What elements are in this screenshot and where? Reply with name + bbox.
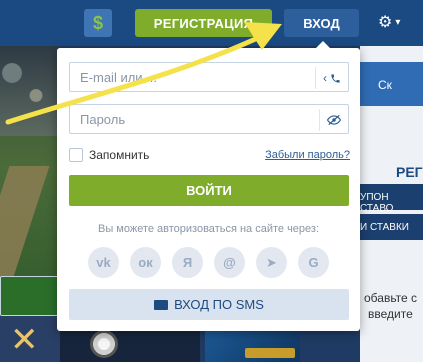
- password-field[interactable]: [69, 104, 349, 134]
- sms-login-button[interactable]: ВХОД ПО SMS: [69, 289, 349, 320]
- gear-icon: ⚙: [378, 14, 393, 31]
- email-field[interactable]: ‹: [69, 62, 349, 92]
- mail-icon[interactable]: @: [214, 247, 245, 278]
- dollar-icon[interactable]: $: [84, 9, 112, 37]
- email-input[interactable]: [70, 63, 348, 91]
- game-thumbnail[interactable]: ✕: [0, 316, 60, 362]
- promo-banner: [0, 46, 60, 316]
- bets-tab[interactable]: И СТАВКИ: [360, 214, 423, 240]
- settings-menu[interactable]: ⚙ ▾: [378, 12, 400, 32]
- right-panel: Ск РЕГ УПОН СТАВО И СТАВКИ обавьте с вве…: [360, 46, 423, 362]
- right-panel-title: РЕГ: [396, 164, 423, 180]
- phone-icon: [331, 73, 340, 83]
- odnoklassniki-icon[interactable]: ок: [130, 247, 161, 278]
- chevron-left-icon: ‹: [323, 71, 327, 85]
- vk-icon[interactable]: vk: [88, 247, 119, 278]
- submit-login-button[interactable]: ВОЙТИ: [69, 175, 349, 206]
- right-panel-text: введите: [368, 307, 413, 321]
- login-popup: ‹ Запомнить Забыли пароль? ВОЙТИ Вы може…: [57, 41, 360, 331]
- google-icon[interactable]: G: [298, 247, 329, 278]
- x-logo-icon: ✕: [10, 321, 39, 359]
- remember-me[interactable]: Запомнить: [69, 148, 149, 162]
- envelope-icon: [154, 299, 169, 310]
- right-panel-text: обавьте с: [364, 291, 418, 305]
- remember-label: Запомнить: [89, 148, 150, 162]
- sms-login-label: ВХОД ПО SMS: [174, 297, 264, 312]
- remember-checkbox[interactable]: [69, 148, 83, 162]
- right-tab[interactable]: Ск: [360, 62, 423, 106]
- coupon-tab[interactable]: УПОН СТАВО: [360, 184, 423, 214]
- social-caption: Вы можете авторизоваться на сайте через:: [97, 223, 320, 235]
- telegram-icon[interactable]: ➤: [256, 247, 287, 278]
- dice-icon: [90, 330, 118, 358]
- password-input[interactable]: [70, 105, 348, 133]
- eye-off-icon[interactable]: [319, 109, 348, 131]
- yandex-icon[interactable]: Я: [172, 247, 203, 278]
- login-type-switch[interactable]: ‹: [315, 67, 348, 89]
- social-login-row: vk ок Я @ ➤ G: [88, 247, 329, 278]
- forgot-password-link[interactable]: Забыли пароль?: [265, 149, 350, 161]
- chevron-down-icon: ▾: [395, 17, 401, 28]
- top-bar: $ РЕГИСТРАЦИЯ ВХОД ⚙ ▾: [0, 0, 423, 46]
- login-button[interactable]: ВХОД: [284, 9, 359, 37]
- register-button[interactable]: РЕГИСТРАЦИЯ: [135, 9, 272, 37]
